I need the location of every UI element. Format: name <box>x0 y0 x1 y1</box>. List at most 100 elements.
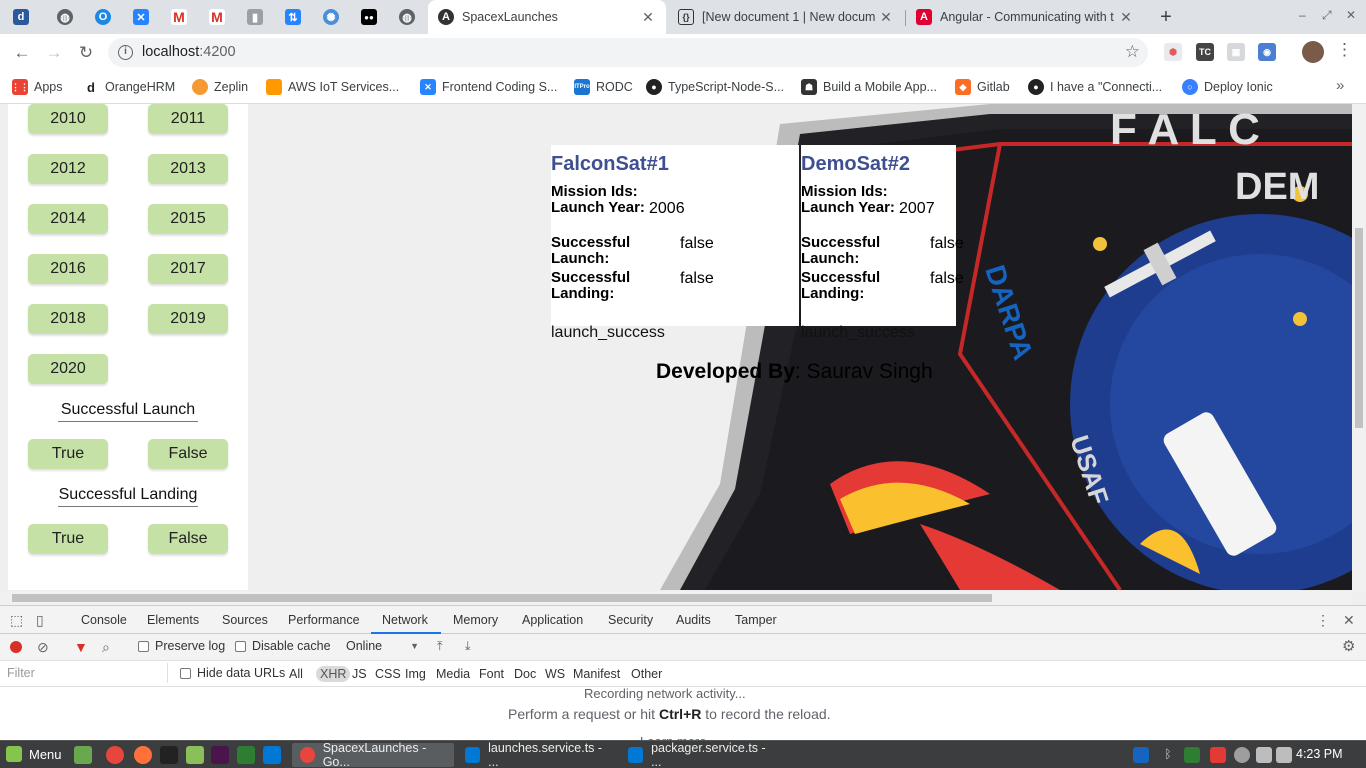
bookmark-star-icon[interactable]: ☆ <box>1125 42 1140 62</box>
volume-icon[interactable] <box>1276 747 1292 763</box>
filter-css[interactable]: CSS <box>375 667 401 681</box>
tab-security[interactable]: Security <box>608 613 653 627</box>
filter-media[interactable]: Media <box>436 667 470 681</box>
tab-application[interactable]: Application <box>522 613 583 627</box>
vscode-icon[interactable] <box>263 746 281 764</box>
year-button-2014[interactable]: 2014 <box>28 204 108 234</box>
year-button-2016[interactable]: 2016 <box>28 254 108 284</box>
back-button[interactable]: ← <box>11 42 33 64</box>
pinned-tab-confluence[interactable]: ✕ <box>126 4 156 30</box>
bookmark-build-mobile-app[interactable]: ☗ Build a Mobile App... <box>801 78 937 96</box>
address-bar[interactable]: i localhost:4200 ☆ <box>108 38 1148 67</box>
scrollbar-thumb[interactable] <box>12 594 992 602</box>
year-button-2019[interactable]: 2019 <box>148 304 228 334</box>
taskbar-window-packager-service[interactable]: packager.service.ts - ... <box>620 741 780 768</box>
bookmark-deploy-ionic[interactable]: ○ Deploy Ionic <box>1182 78 1273 96</box>
bookmark-apps[interactable]: ⋮⋮ Apps <box>11 78 63 96</box>
close-window-button[interactable]: ✕ <box>1346 8 1356 22</box>
tab-elements[interactable]: Elements <box>147 613 199 627</box>
tab-tamper[interactable]: Tamper <box>735 613 777 627</box>
tab-performance[interactable]: Performance <box>288 613 360 627</box>
record-icon[interactable] <box>10 641 22 653</box>
filter-input[interactable]: Filter <box>0 663 168 683</box>
year-button-2017[interactable]: 2017 <box>148 254 228 284</box>
landing-true-button[interactable]: True <box>28 524 108 554</box>
scrollbar-thumb[interactable] <box>1355 228 1363 428</box>
year-button-2013[interactable]: 2013 <box>148 154 228 184</box>
tab-audits[interactable]: Audits <box>676 613 711 627</box>
extension-grid-icon[interactable]: ▦ <box>1227 43 1245 61</box>
pinned-tab-jira[interactable]: ⇅ <box>278 4 308 30</box>
pinned-tab-gmail[interactable]: M <box>164 4 194 30</box>
year-button-2018[interactable]: 2018 <box>28 304 108 334</box>
close-tab-icon[interactable]: ✕ <box>640 9 656 26</box>
tab-new-document[interactable]: {} [New document 1 | New docum ✕ <box>668 0 904 34</box>
bluetooth-icon[interactable]: ᛒ <box>1160 747 1176 763</box>
import-har-icon[interactable]: ⤒ <box>437 639 443 654</box>
update-icon[interactable] <box>1184 747 1200 763</box>
clear-icon[interactable]: ⊘ <box>37 639 49 656</box>
settings-gear-icon[interactable]: ⚙ <box>1342 637 1355 655</box>
pinned-tab-trash[interactable]: ▮ <box>240 4 270 30</box>
files-icon[interactable] <box>186 746 204 764</box>
pinned-tab-extension[interactable]: ✺ <box>316 4 346 30</box>
year-button-2015[interactable]: 2015 <box>148 204 228 234</box>
filter-other[interactable]: Other <box>631 667 662 681</box>
firefox-icon[interactable] <box>134 746 152 764</box>
tab-memory[interactable]: Memory <box>453 613 498 627</box>
year-button-2011[interactable]: 2011 <box>148 104 228 134</box>
filter-img[interactable]: Img <box>405 667 426 681</box>
pinned-tab-dailyhunt[interactable]: d <box>6 4 36 30</box>
bookmark-frontend-coding[interactable]: ✕ Frontend Coding S... <box>420 78 557 96</box>
filter-all[interactable]: All <box>289 667 303 681</box>
start-menu-button[interactable]: Menu <box>6 746 62 762</box>
device-toolbar-icon[interactable]: ▯ <box>36 612 44 629</box>
bookmark-aws-iot[interactable]: AWS IoT Services... <box>266 78 399 96</box>
clock[interactable]: 4:23 PM <box>1296 747 1343 761</box>
page-vertical-scrollbar[interactable] <box>1352 104 1366 591</box>
more-bookmarks-icon[interactable]: » <box>1336 77 1344 94</box>
minimize-window-button[interactable]: ‒ <box>1299 8 1306 22</box>
hide-data-urls-checkbox[interactable]: Hide data URLs <box>180 666 285 680</box>
anydesk-icon[interactable] <box>1210 747 1226 763</box>
terminal-icon[interactable] <box>160 746 178 764</box>
pinned-tab-medium[interactable]: ●● <box>354 4 384 30</box>
bookmark-i-have-a-connection[interactable]: ● I have a "Connecti... <box>1028 78 1162 96</box>
extension-tc-icon[interactable]: TC <box>1196 43 1214 61</box>
pinned-tab-circle[interactable]: O <box>88 4 118 30</box>
bookmark-rodc[interactable]: ITPro RODC <box>574 78 633 96</box>
chrome-icon[interactable] <box>106 746 124 764</box>
filter-font[interactable]: Font <box>479 667 504 681</box>
tab-sources[interactable]: Sources <box>222 613 268 627</box>
slack-icon[interactable] <box>211 746 229 764</box>
tab-console[interactable]: Console <box>81 613 127 627</box>
package-icon[interactable] <box>237 746 255 764</box>
extension-camera-icon[interactable]: ◉ <box>1258 43 1276 61</box>
reload-button[interactable]: ↻ <box>75 42 97 64</box>
filter-funnel-icon[interactable]: ▼ <box>74 639 88 655</box>
tab-angular-communicating[interactable]: A Angular - Communicating with t ✕ <box>906 0 1144 34</box>
bookmark-orangehrm[interactable]: d OrangeHRM <box>83 78 175 96</box>
tab-network[interactable]: Network <box>382 613 428 627</box>
filter-xhr[interactable]: XHR <box>316 666 351 682</box>
taskbar-window-chrome[interactable]: SpacexLaunches - Go... <box>292 741 454 768</box>
taskbar-window-launches-service[interactable]: launches.service.ts - ... <box>457 741 617 768</box>
year-button-2020[interactable]: 2020 <box>28 354 108 384</box>
user-icon[interactable] <box>1234 747 1250 763</box>
inspect-element-icon[interactable]: ⬚ <box>10 612 23 629</box>
restore-window-button[interactable]: ⤢ <box>1322 8 1332 23</box>
throttling-select[interactable]: Online ▼ <box>346 639 419 653</box>
network-icon[interactable] <box>1256 747 1272 763</box>
show-desktop-icon[interactable] <box>74 746 92 764</box>
launch-false-button[interactable]: False <box>148 439 228 469</box>
launch-true-button[interactable]: True <box>28 439 108 469</box>
year-button-2010[interactable]: 2010 <box>28 104 108 134</box>
close-devtools-icon[interactable]: ✕ <box>1343 612 1355 629</box>
preserve-log-checkbox[interactable]: Preserve log <box>138 639 225 653</box>
close-tab-icon[interactable]: ✕ <box>878 9 894 26</box>
bookmark-zeplin[interactable]: Zeplin <box>192 78 248 96</box>
shield-icon[interactable] <box>1133 747 1149 763</box>
close-tab-icon[interactable]: ✕ <box>1118 9 1134 26</box>
bookmark-gitlab[interactable]: ◆ Gitlab <box>955 78 1010 96</box>
pinned-tab-globe[interactable]: ◍ <box>50 4 80 30</box>
